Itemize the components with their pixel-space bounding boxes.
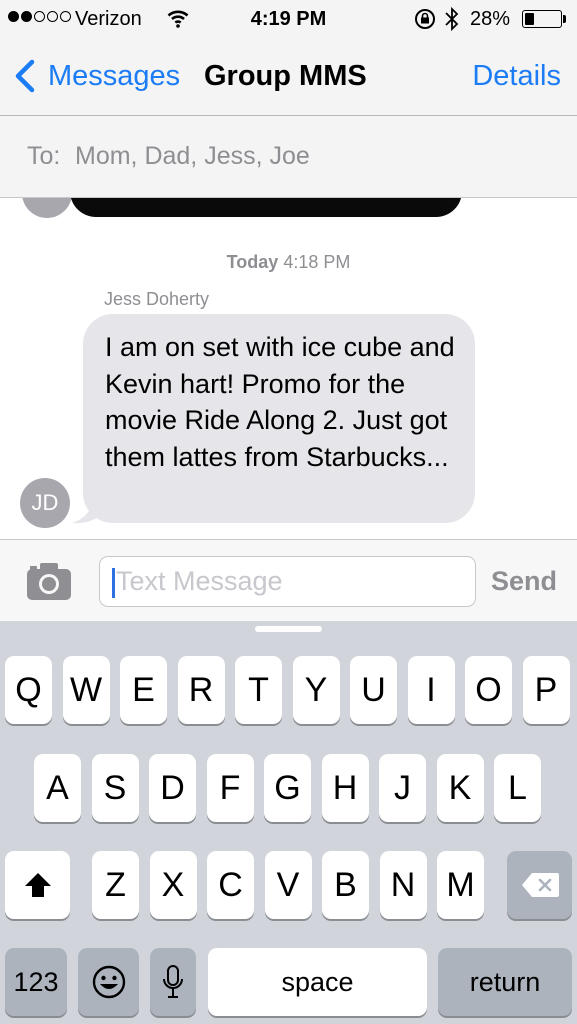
emoji-icon — [92, 965, 125, 999]
key-s[interactable]: S — [91, 754, 139, 822]
top-chrome: Verizon 4:19 PM 28% Messages Group MMS D… — [0, 0, 577, 116]
key-j[interactable]: J — [379, 754, 426, 822]
navigation-bar: Messages Group MMS Details — [0, 38, 577, 116]
key-w[interactable]: W — [62, 656, 110, 724]
key-l[interactable]: L — [494, 754, 541, 822]
key-z[interactable]: Z — [92, 851, 139, 919]
delete-key[interactable] — [507, 851, 572, 919]
keyboard-grabber[interactable] — [255, 626, 322, 632]
dictation-key[interactable] — [150, 948, 196, 1016]
key-t[interactable]: T — [235, 656, 282, 724]
message-input-field[interactable] — [99, 556, 476, 607]
recipient-list: Mom, Dad, Jess, Joe — [75, 142, 310, 170]
sender-name: Jess Doherty — [104, 289, 210, 309]
to-label: To: — [27, 142, 61, 170]
key-f[interactable]: F — [206, 754, 254, 822]
camera-icon[interactable] — [25, 560, 73, 602]
battery-icon — [522, 10, 562, 28]
previous-image-message[interactable] — [70, 198, 462, 217]
key-r[interactable]: R — [177, 656, 225, 724]
back-chevron-icon[interactable] — [12, 58, 44, 94]
space-key[interactable]: space — [208, 948, 427, 1016]
avatar-initials: JD — [31, 490, 59, 515]
key-u[interactable]: U — [350, 656, 397, 724]
message-bubble[interactable]: I am on set with ice cube and Kevin hart… — [83, 314, 475, 523]
key-b[interactable]: B — [322, 851, 369, 919]
details-button[interactable]: Details — [472, 60, 561, 93]
key-n[interactable]: N — [379, 851, 427, 919]
battery-nub — [563, 15, 566, 23]
key-p[interactable]: P — [522, 656, 570, 724]
back-button[interactable]: Messages — [48, 60, 180, 93]
wifi-icon — [167, 10, 189, 28]
key-d[interactable]: D — [149, 754, 196, 822]
carrier-name: Verizon — [75, 8, 142, 30]
recipients-field[interactable]: To: Mom, Dad, Jess, Joe — [0, 116, 577, 198]
microphone-icon — [163, 965, 183, 998]
previous-avatar — [22, 198, 72, 218]
send-button[interactable]: Send — [491, 566, 557, 597]
rotation-lock-icon — [415, 9, 435, 29]
message-input[interactable] — [116, 557, 466, 606]
key-c[interactable]: C — [207, 851, 254, 919]
key-q[interactable]: Q — [5, 656, 52, 724]
message-text: I am on set with ice cube and Kevin hart… — [105, 332, 455, 472]
key-i[interactable]: I — [407, 656, 455, 724]
keyboard: Q W E R T Y U I O P A S D F G H J K L Z X C V B N M 123 space return — [0, 621, 577, 1024]
status-bar: Verizon 4:19 PM 28% — [0, 0, 577, 38]
page-title: Group MMS — [204, 60, 367, 92]
bluetooth-icon — [445, 6, 459, 32]
avatar: JD — [20, 478, 70, 528]
battery-percent: 28% — [470, 8, 511, 30]
delete-icon — [521, 873, 559, 897]
key-k[interactable]: K — [436, 754, 484, 822]
key-m[interactable]: M — [437, 851, 484, 919]
key-h[interactable]: H — [321, 754, 369, 822]
key-a[interactable]: A — [34, 754, 81, 822]
key-o[interactable]: O — [465, 656, 512, 724]
signal-strength-icon — [8, 11, 71, 22]
battery-level — [525, 13, 534, 25]
key-e[interactable]: E — [120, 656, 167, 724]
key-v[interactable]: V — [264, 851, 312, 919]
timestamp-day: Today — [226, 252, 279, 272]
composer-bar: Send — [0, 539, 577, 621]
return-key[interactable]: return — [438, 948, 572, 1016]
numbers-key[interactable]: 123 — [5, 948, 67, 1016]
message-timestamp: Today 4:18 PM — [0, 252, 577, 273]
key-g[interactable]: G — [264, 754, 311, 822]
conversation-thread[interactable]: Today 4:18 PM Jess Doherty I am on set w… — [0, 198, 577, 539]
emoji-key[interactable] — [78, 948, 139, 1016]
text-caret — [112, 568, 115, 598]
key-x[interactable]: X — [149, 851, 197, 919]
key-y[interactable]: Y — [292, 656, 340, 724]
shift-icon — [24, 873, 51, 897]
timestamp-time: 4:18 PM — [283, 252, 351, 272]
shift-key[interactable] — [5, 851, 70, 919]
